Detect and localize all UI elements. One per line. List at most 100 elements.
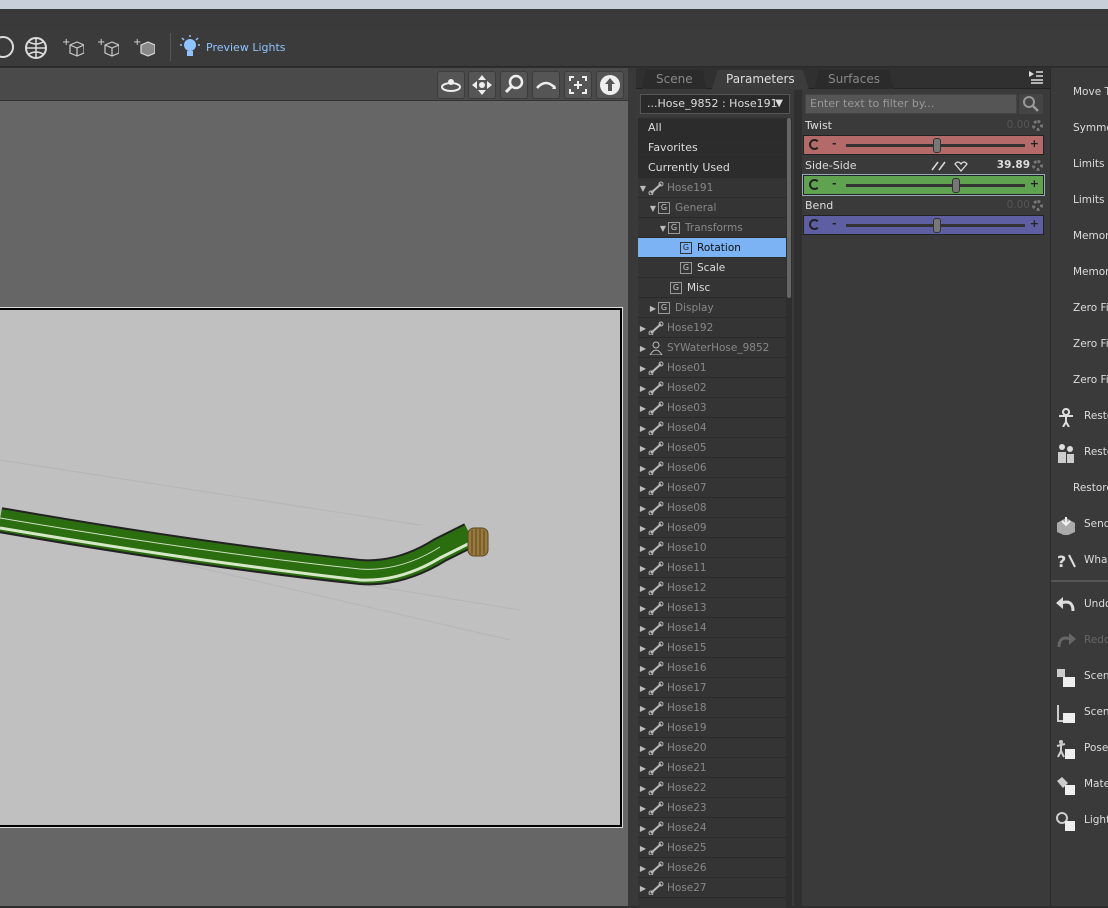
new-node-cube-icon[interactable]: + — [62, 37, 84, 59]
action-resto[interactable]: Resto — [1051, 398, 1108, 434]
reset-icon[interactable] — [809, 179, 820, 190]
action-limits-c[interactable]: Limits C — [1051, 182, 1108, 218]
tree-item-hose192[interactable]: ▶ Hose192 — [638, 318, 786, 338]
expand-triangle-icon[interactable]: ▶ — [638, 879, 648, 899]
increment-button[interactable]: + — [1030, 177, 1039, 190]
action-zero-fi[interactable]: Zero Fi — [1051, 290, 1108, 326]
reset-icon[interactable] — [809, 139, 820, 150]
pane-menu-icon[interactable] — [1028, 70, 1044, 84]
decrement-button[interactable]: - — [832, 137, 837, 150]
expand-triangle-icon[interactable]: ▶ — [648, 299, 658, 319]
pan-camera-button[interactable] — [468, 71, 496, 99]
zoom-camera-button[interactable] — [500, 71, 528, 99]
expand-triangle-icon[interactable]: ▼ — [638, 179, 648, 199]
panel-splitter[interactable] — [628, 68, 636, 906]
action-memori[interactable]: Memori — [1051, 254, 1108, 290]
expand-triangle-icon[interactable]: ▶ — [638, 779, 648, 799]
expand-triangle-icon[interactable]: ▼ — [648, 199, 658, 219]
expand-triangle-icon[interactable]: ▶ — [638, 799, 648, 819]
tree-item-hose[interactable]: ▶ Hose23 — [638, 798, 786, 818]
render-preview[interactable] — [0, 307, 623, 828]
parameter-slider[interactable]: - + — [802, 174, 1045, 196]
action-memori[interactable]: Memori — [1051, 218, 1108, 254]
tree-item-hose[interactable]: ▶ Hose21 — [638, 758, 786, 778]
tree-item-hose[interactable]: ▶ Hose15 — [638, 638, 786, 658]
filter-input[interactable]: Enter text to filter by... — [805, 94, 1017, 114]
expand-triangle-icon[interactable]: ▶ — [638, 699, 648, 719]
tree-item-hose[interactable]: ▶ Hose11 — [638, 558, 786, 578]
tree-item-transforms[interactable]: ▼ G Transforms — [638, 218, 786, 238]
expand-triangle-icon[interactable]: ▶ — [638, 459, 648, 479]
aim-up-button[interactable] — [596, 71, 624, 99]
reset-icon[interactable] — [809, 219, 820, 230]
expand-triangle-icon[interactable]: ▶ — [638, 339, 648, 359]
expand-triangle-icon[interactable]: ▶ — [638, 539, 648, 559]
orbit-camera-button[interactable] — [437, 71, 465, 99]
decrement-button[interactable]: - — [832, 217, 837, 230]
tree-item-hose[interactable]: ▶ Hose17 — [638, 678, 786, 698]
action-zero-fi[interactable]: Zero Fi — [1051, 326, 1108, 362]
tree-item-hose191[interactable]: ▼ Hose191 — [638, 178, 786, 198]
tree-item-hose[interactable]: ▶ Hose26 — [638, 858, 786, 878]
expand-triangle-icon[interactable]: ▶ — [638, 319, 648, 339]
tree-item-hose[interactable]: ▶ Hose12 — [638, 578, 786, 598]
expand-triangle-icon[interactable]: ▶ — [638, 659, 648, 679]
action-scen[interactable]: Scen — [1051, 658, 1108, 694]
globe-icon[interactable] — [24, 36, 48, 60]
action-resto[interactable]: Resto — [1051, 434, 1108, 470]
expand-triangle-icon[interactable]: ▶ — [638, 859, 648, 879]
expand-triangle-icon[interactable]: ▶ — [638, 559, 648, 579]
tree-item-rotation[interactable]: G Rotation — [638, 238, 786, 258]
tree-scrollbar[interactable] — [786, 118, 792, 908]
expand-triangle-icon[interactable]: ▶ — [638, 399, 648, 419]
parameter-value[interactable]: 39.89 — [997, 159, 1030, 171]
parameter-value[interactable]: 0.00 — [1007, 199, 1030, 211]
tree-item-hose[interactable]: ▶ Hose01 — [638, 358, 786, 378]
new-node-group-icon[interactable]: + — [97, 37, 119, 59]
parameter-slider[interactable]: - + — [803, 135, 1044, 155]
expand-triangle-icon[interactable]: ▶ — [638, 619, 648, 639]
action-what[interactable]: ? What — [1051, 542, 1108, 578]
preview-lights-toggle[interactable]: Preview Lights — [178, 35, 286, 59]
expand-triangle-icon[interactable]: ▶ — [638, 679, 648, 699]
tree-item-hose[interactable]: ▶ Hose19 — [638, 718, 786, 738]
tree-item-hose[interactable]: ▶ Hose16 — [638, 658, 786, 678]
tree-item-hose[interactable]: ▶ Hose27 — [638, 878, 786, 898]
tree-item-scale[interactable]: G Scale — [638, 258, 786, 278]
tree-item-general[interactable]: ▼ G General — [638, 198, 786, 218]
tree-item-hose[interactable]: ▶ Hose14 — [638, 618, 786, 638]
tree-item-hose[interactable]: ▶ Hose06 — [638, 458, 786, 478]
action-light[interactable]: Light — [1051, 802, 1108, 838]
tree-item-hose[interactable]: ▶ Hose04 — [638, 418, 786, 438]
expand-triangle-icon[interactable]: ▼ — [658, 219, 668, 239]
tree-item-hose[interactable]: ▶ Hose13 — [638, 598, 786, 618]
expand-triangle-icon[interactable]: ▶ — [638, 599, 648, 619]
action-redo[interactable]: Redo — [1051, 622, 1108, 658]
action-mater[interactable]: Mater — [1051, 766, 1108, 802]
action-restore[interactable]: Restore — [1051, 470, 1108, 506]
parameter-slider[interactable]: - + — [803, 215, 1044, 235]
tree-item-figure[interactable]: ▶ SYWaterHose_9852 — [638, 338, 786, 358]
node-selector[interactable]: ...Hose_9852 : Hose191 ▼ — [640, 94, 790, 114]
parameter-value[interactable]: 0.00 — [1007, 119, 1030, 131]
expand-triangle-icon[interactable]: ▶ — [638, 759, 648, 779]
action-pose[interactable]: Pose — [1051, 730, 1108, 766]
action-limits-c[interactable]: Limits C — [1051, 146, 1108, 182]
slider-knob[interactable] — [952, 178, 961, 193]
new-solid-cube-icon[interactable]: + — [133, 37, 155, 59]
tree-item-favorites[interactable]: Favorites — [638, 138, 786, 158]
bank-camera-button[interactable] — [532, 71, 560, 99]
tree-scrollbar-thumb[interactable] — [787, 118, 791, 298]
pane-divider[interactable] — [794, 90, 802, 906]
slider-knob[interactable] — [932, 218, 941, 233]
tree-item-hose[interactable]: ▶ Hose20 — [638, 738, 786, 758]
expand-triangle-icon[interactable]: ▶ — [638, 739, 648, 759]
expand-triangle-icon[interactable]: ▶ — [638, 819, 648, 839]
tree-item-display[interactable]: ▶ G Display — [638, 298, 786, 318]
tree-item-hose[interactable]: ▶ Hose03 — [638, 398, 786, 418]
action-symme[interactable]: Symme — [1051, 110, 1108, 146]
tab-surfaces[interactable]: Surfaces — [814, 70, 894, 89]
increment-button[interactable]: + — [1030, 137, 1039, 150]
tab-scene[interactable]: Scene — [642, 70, 707, 89]
tree-item-hose[interactable]: ▶ Hose24 — [638, 818, 786, 838]
